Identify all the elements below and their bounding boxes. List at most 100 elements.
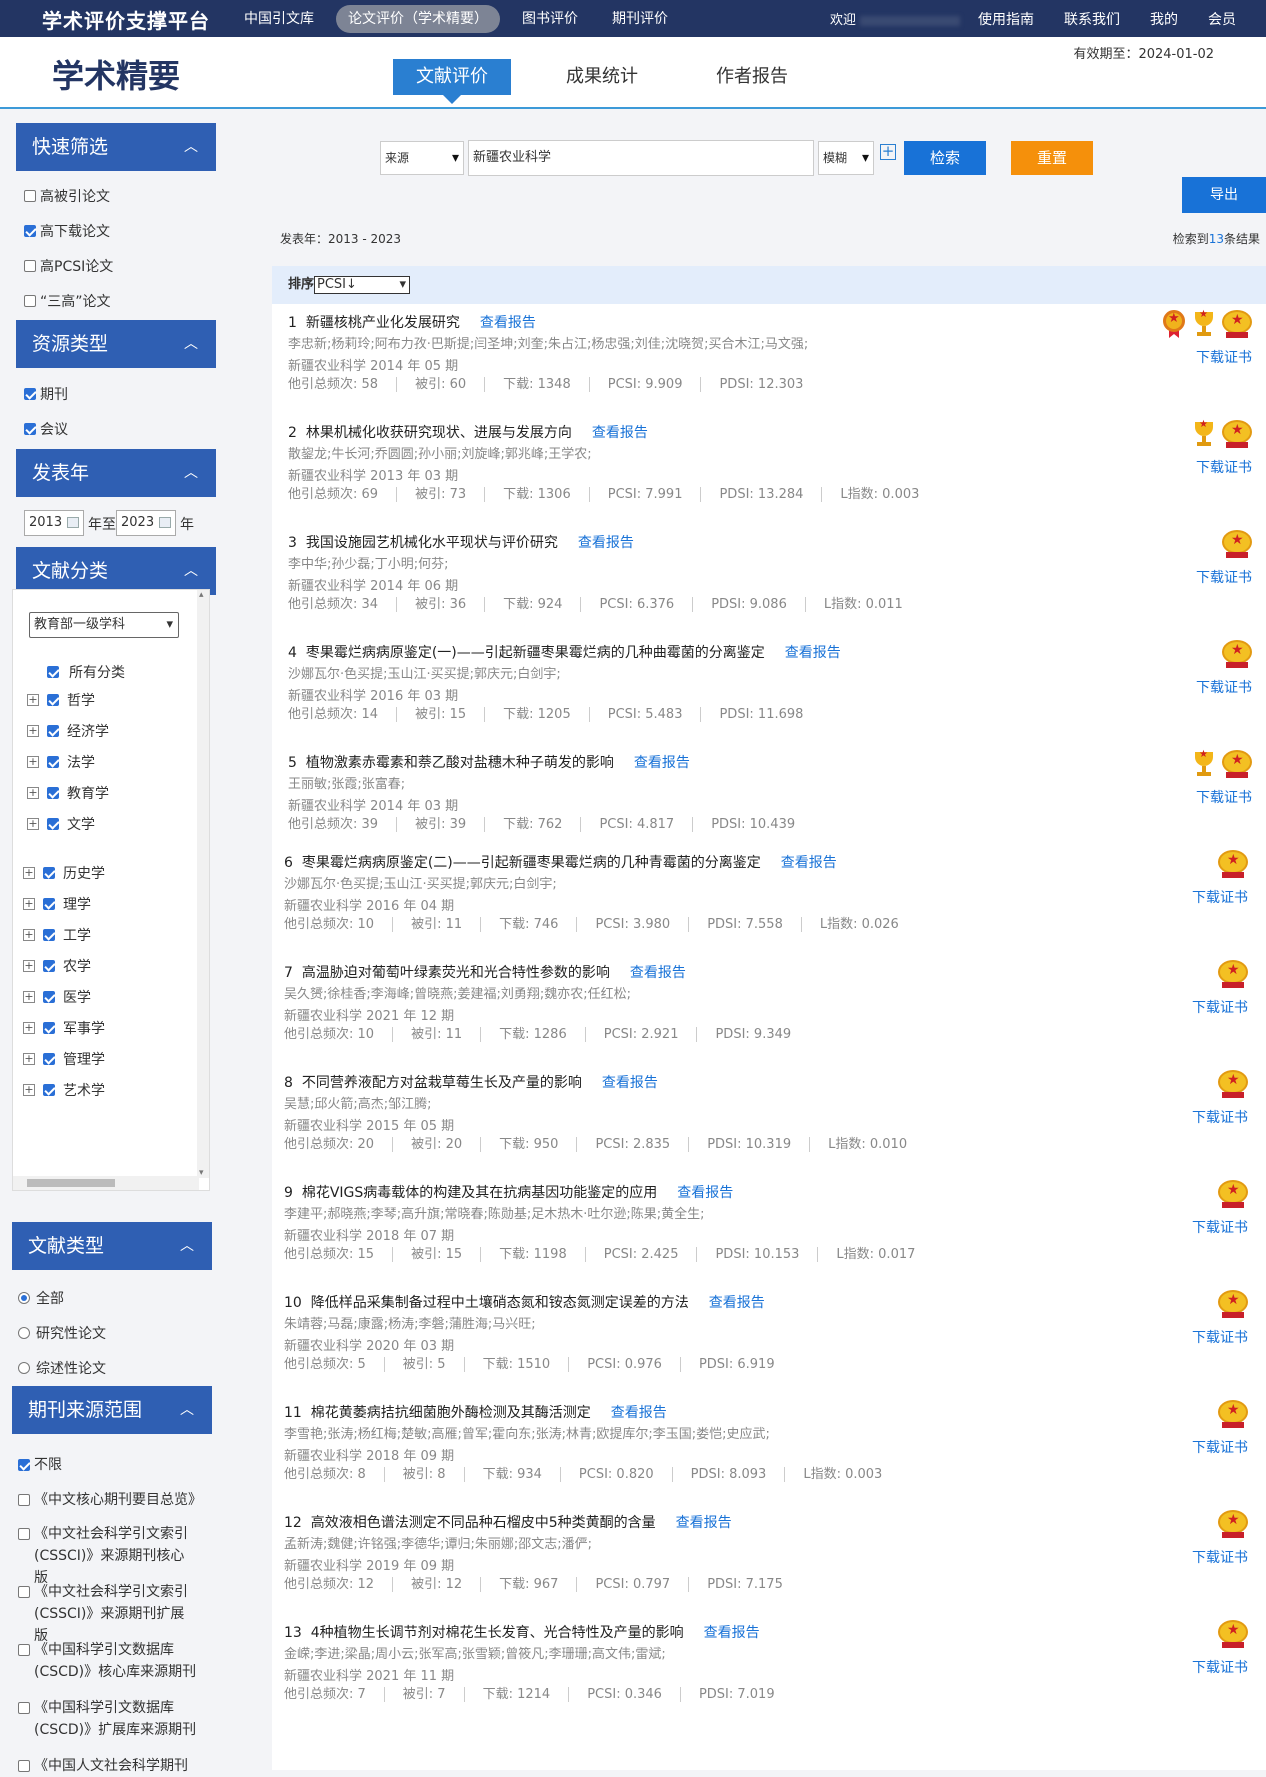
result-title[interactable]: 林果机械化收获研究现状、进展与发展方向 (306, 425, 572, 441)
tree-item[interactable]: + 法学 (27, 752, 95, 772)
search-field-select[interactable]: 来源 (380, 141, 464, 175)
doctype-option-review[interactable]: 综述性论文 (18, 1358, 106, 1378)
link-member[interactable]: 会员 (1208, 9, 1236, 29)
checkbox[interactable] (24, 260, 36, 272)
result-title[interactable]: 高温胁迫对葡萄叶绿素荧光和光合特性参数的影响 (302, 965, 610, 981)
checkbox[interactable] (18, 1644, 30, 1656)
quick-option-high-download[interactable]: 高下载论文 (24, 221, 110, 241)
expand-icon[interactable]: + (23, 991, 35, 1003)
download-certificate-link[interactable]: 下载证书 (1196, 457, 1252, 477)
calendar-icon[interactable] (159, 517, 171, 528)
checkbox[interactable] (24, 225, 36, 237)
tree-item[interactable]: + 文学 (27, 814, 95, 834)
checkbox[interactable] (24, 423, 36, 435)
tree-item[interactable]: + 医学 (23, 987, 91, 1007)
tree-item[interactable]: + 军事学 (23, 1018, 105, 1038)
tree-item[interactable]: + 教育学 (27, 783, 109, 803)
result-title[interactable]: 枣果霉烂病病原鉴定(二)——引起新疆枣果霉烂病的几种青霉菌的分离鉴定 (302, 855, 761, 871)
source-range-option[interactable]: 不限 (18, 1454, 198, 1476)
download-certificate-link[interactable]: 下载证书 (1192, 1437, 1248, 1457)
checkbox[interactable] (18, 1459, 30, 1471)
checkbox[interactable] (18, 1494, 30, 1506)
expand-icon[interactable]: + (27, 694, 39, 706)
tree-item[interactable]: + 农学 (23, 956, 91, 976)
source-range-option[interactable]: 《中国科学引文数据库(CSCD)》核心库来源期刊 (18, 1639, 198, 1683)
checkbox[interactable] (43, 960, 55, 972)
checkbox[interactable] (43, 1084, 55, 1096)
view-report-link[interactable]: 查看报告 (785, 645, 841, 661)
quick-option-three-high[interactable]: “三高”论文 (24, 291, 111, 311)
nav-journal-eval[interactable]: 期刊评价 (600, 5, 680, 33)
reset-button[interactable]: 重置 (1011, 141, 1093, 175)
checkbox[interactable] (47, 694, 59, 706)
view-report-link[interactable]: 查看报告 (704, 1625, 760, 1641)
tree-item[interactable]: + 工学 (23, 925, 91, 945)
quick-filter-header[interactable]: 快速筛选 ︿ (16, 123, 216, 171)
tab-author-report[interactable]: 作者报告 (693, 59, 811, 95)
resource-option-journal[interactable]: 期刊 (24, 384, 68, 404)
view-report-link[interactable]: 查看报告 (677, 1185, 733, 1201)
classification-header[interactable]: 文献分类 ︿ (16, 547, 216, 595)
tree-item[interactable]: + 历史学 (23, 863, 105, 883)
source-range-option[interactable]: 《中文社会科学引文索引(CSSCI)》来源期刊核心版 (18, 1523, 198, 1589)
calendar-icon[interactable] (67, 517, 79, 528)
result-title[interactable]: 枣果霉烂病病原鉴定(一)——引起新疆枣果霉烂病的几种曲霉菌的分离鉴定 (306, 645, 765, 661)
download-certificate-link[interactable]: 下载证书 (1196, 347, 1252, 367)
download-certificate-link[interactable]: 下载证书 (1196, 567, 1252, 587)
checkbox[interactable] (43, 898, 55, 910)
checkbox[interactable] (18, 1760, 30, 1772)
link-guide[interactable]: 使用指南 (978, 9, 1034, 29)
scroll-thumb[interactable] (27, 1179, 115, 1187)
resource-option-conference[interactable]: 会议 (24, 419, 68, 439)
checkbox[interactable] (43, 1053, 55, 1065)
view-report-link[interactable]: 查看报告 (676, 1515, 732, 1531)
tree-item[interactable]: + 艺术学 (23, 1080, 105, 1100)
checkbox[interactable] (43, 991, 55, 1003)
radio[interactable] (18, 1327, 30, 1339)
radio[interactable] (18, 1292, 30, 1304)
link-mine[interactable]: 我的 (1150, 9, 1178, 29)
result-title[interactable]: 降低样品采集制备过程中土壤硝态氮和铵态氮测定误差的方法 (311, 1295, 689, 1311)
link-contact[interactable]: 联系我们 (1064, 9, 1120, 29)
expand-icon[interactable]: + (27, 787, 39, 799)
tab-literature-eval[interactable]: 文献评价 (393, 59, 511, 104)
checkbox[interactable] (47, 818, 59, 830)
download-certificate-link[interactable]: 下载证书 (1192, 1657, 1248, 1677)
radio[interactable] (18, 1362, 30, 1374)
tree-item[interactable]: + 管理学 (23, 1049, 105, 1069)
quick-option-high-cited[interactable]: 高被引论文 (24, 186, 110, 206)
resource-type-header[interactable]: 资源类型 ︿ (16, 320, 216, 368)
download-certificate-link[interactable]: 下载证书 (1192, 1547, 1248, 1567)
download-certificate-link[interactable]: 下载证书 (1196, 677, 1252, 697)
source-range-option[interactable]: 《中文社会科学引文索引(CSSCI)》来源期刊扩展版 (18, 1581, 198, 1647)
platform-logo[interactable]: 学术评价支撑平台 (42, 5, 210, 34)
checkbox[interactable] (43, 1022, 55, 1034)
expand-icon[interactable]: + (23, 960, 35, 972)
tree-item[interactable]: + 哲学 (27, 690, 95, 710)
view-report-link[interactable]: 查看报告 (611, 1405, 667, 1421)
expand-icon[interactable]: + (23, 929, 35, 941)
nav-citation-db[interactable]: 中国引文库 (232, 5, 326, 33)
source-range-option[interactable]: 《中国科学引文数据库(CSCD)》扩展库来源期刊 (18, 1697, 198, 1741)
result-title[interactable]: 棉花黄萎病拮抗细菌胞外酶检测及其酶活测定 (311, 1405, 591, 1421)
expand-icon[interactable]: + (23, 1022, 35, 1034)
expand-icon[interactable]: + (23, 867, 35, 879)
result-title[interactable]: 4种植物生长调节剂对棉花生长发育、光合特性及产量的影响 (311, 1625, 684, 1641)
checkbox[interactable] (47, 725, 59, 737)
tree-item[interactable]: + 经济学 (27, 721, 109, 741)
view-report-link[interactable]: 查看报告 (602, 1075, 658, 1091)
tree-item[interactable]: + 理学 (23, 894, 91, 914)
year-header[interactable]: 发表年 ︿ (16, 449, 216, 497)
year-to-input[interactable]: 2023 (116, 510, 176, 536)
result-title[interactable]: 我国设施园艺机械化水平现状与评价研究 (306, 535, 558, 551)
view-report-link[interactable]: 查看报告 (630, 965, 686, 981)
source-range-option[interactable]: 《中文核心期刊要目总览》 (18, 1489, 202, 1511)
doctype-option-research[interactable]: 研究性论文 (18, 1323, 106, 1343)
search-button[interactable]: 检索 (904, 141, 986, 175)
nav-paper-eval[interactable]: 论文评价（学术精要） (336, 5, 500, 33)
download-certificate-link[interactable]: 下载证书 (1196, 787, 1252, 807)
source-range-header[interactable]: 期刊来源范围 ︿ (12, 1386, 212, 1434)
expand-icon[interactable]: + (23, 898, 35, 910)
quick-option-high-pcsi[interactable]: 高PCSI论文 (24, 256, 113, 276)
result-title[interactable]: 植物激素赤霉素和萘乙酸对盐穗木种子萌发的影响 (306, 755, 614, 771)
